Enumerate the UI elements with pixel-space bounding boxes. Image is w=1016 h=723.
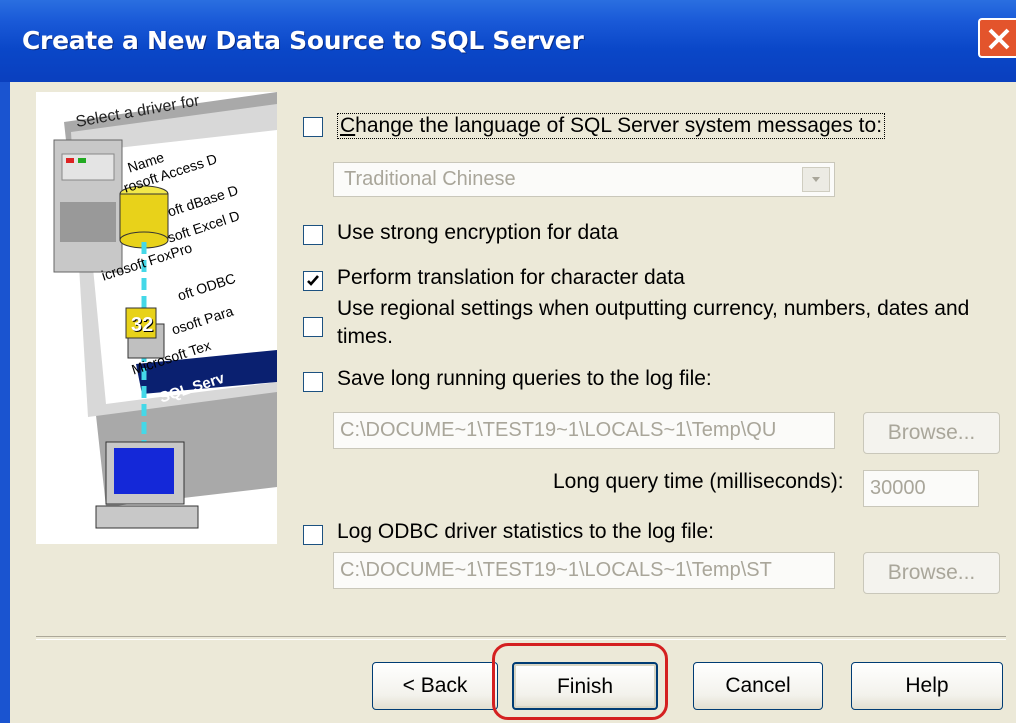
illustration-badge: 32	[131, 314, 154, 336]
odbc-stats-label[interactable]: Log ODBC driver statistics to the log fi…	[337, 520, 714, 544]
browse-odbc-stats-button[interactable]: Browse...	[863, 552, 1000, 594]
change-language-label[interactable]: Change the language of SQL Server system…	[337, 113, 886, 139]
window-title: Create a New Data Source to SQL Server	[22, 26, 584, 55]
wizard-illustration: Select a driver for Name rosoft Access D…	[36, 92, 277, 544]
long-queries-label[interactable]: Save long running queries to the log fil…	[337, 367, 712, 391]
language-select-value: Traditional Chinese	[344, 168, 516, 190]
checkmark-icon	[307, 275, 319, 286]
odbc-stats-path-field[interactable]: C:\DOCUME~1\TEST19~1\LOCALS~1\Temp\ST	[333, 552, 835, 589]
close-icon	[988, 28, 1010, 50]
separator	[36, 636, 1006, 640]
change-language-checkbox[interactable]	[303, 117, 323, 137]
translation-label[interactable]: Perform translation for character data	[337, 266, 685, 290]
regional-settings-label-line1[interactable]: Use regional settings when outputting cu…	[337, 297, 969, 321]
chevron-down-icon[interactable]	[802, 167, 830, 192]
odbc-stats-checkbox[interactable]	[303, 525, 323, 545]
long-query-time-field[interactable]: 30000	[863, 470, 979, 507]
strong-encryption-checkbox[interactable]	[303, 225, 323, 245]
translation-checkbox[interactable]	[303, 271, 323, 291]
regional-settings-checkbox[interactable]	[303, 317, 323, 337]
cancel-button[interactable]: Cancel	[693, 662, 823, 710]
browse-long-queries-button[interactable]: Browse...	[863, 412, 1000, 454]
finish-highlight-annotation	[492, 643, 668, 720]
regional-settings-label-line2[interactable]: times.	[337, 325, 393, 349]
back-button[interactable]: < Back	[372, 662, 498, 710]
close-button[interactable]	[978, 18, 1016, 58]
window-frame	[0, 82, 10, 723]
long-queries-checkbox[interactable]	[303, 372, 323, 392]
title-bar: Create a New Data Source to SQL Server	[0, 0, 1016, 82]
language-select[interactable]: Traditional Chinese	[333, 162, 835, 197]
strong-encryption-label[interactable]: Use strong encryption for data	[337, 221, 618, 245]
help-button[interactable]: Help	[851, 662, 1003, 710]
long-queries-path-field[interactable]: C:\DOCUME~1\TEST19~1\LOCALS~1\Temp\QU	[333, 412, 835, 449]
long-query-time-label: Long query time (milliseconds):	[553, 470, 844, 493]
